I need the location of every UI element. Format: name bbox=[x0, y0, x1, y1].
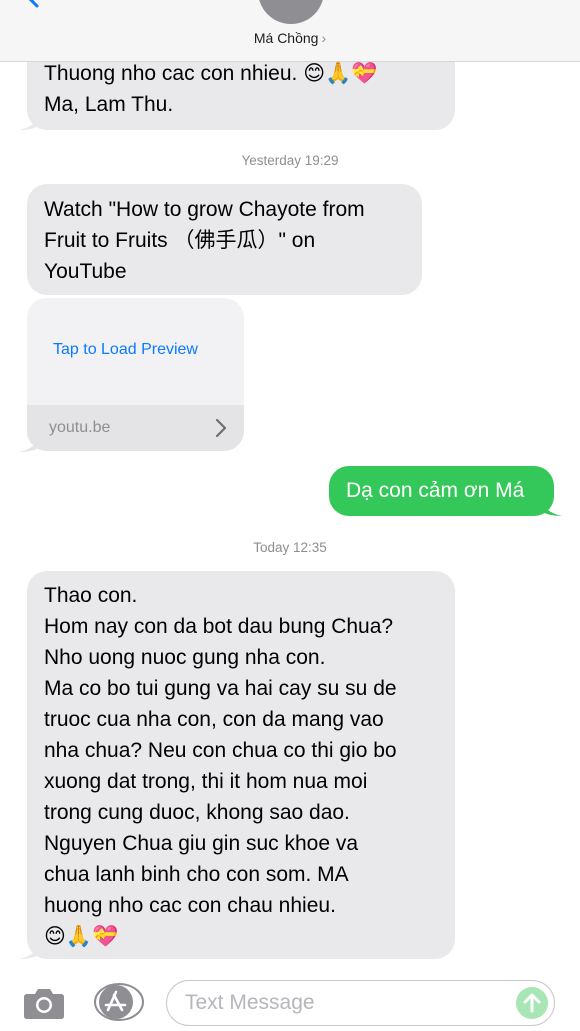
link-preview-card[interactable]: Tap to Load Preview youtu.be bbox=[27, 298, 244, 451]
timestamp: Today 12:35 bbox=[253, 540, 327, 555]
bubble-tail bbox=[19, 939, 41, 959]
app-store-icon[interactable] bbox=[94, 983, 144, 1021]
text-message-input[interactable] bbox=[185, 989, 505, 1017]
camera-icon[interactable] bbox=[22, 986, 66, 1020]
message-text: Thuong nho cac con nhieu. 😊🙏💝 Ma, Lam Th… bbox=[44, 62, 378, 116]
contact-avatar[interactable] bbox=[258, 0, 324, 24]
contact-name-label: Má Chồng bbox=[253, 30, 319, 46]
back-chevron-icon[interactable] bbox=[22, 0, 44, 8]
bubble-tail bbox=[19, 432, 41, 452]
chevron-right-icon bbox=[215, 418, 227, 438]
message-text: Watch "How to grow Chayote from Fruit to… bbox=[44, 198, 365, 283]
timestamp: Yesterday 19:29 bbox=[241, 153, 339, 168]
send-button[interactable] bbox=[516, 987, 548, 1019]
outgoing-message-bubble[interactable]: Dạ con cảm ơn Má bbox=[329, 466, 562, 516]
bubble-tail bbox=[19, 110, 41, 130]
bubble-tail bbox=[540, 496, 562, 516]
chevron-right-icon: › bbox=[321, 30, 327, 46]
message-text: Thao con. Hom nay con da bot dau bung Ch… bbox=[44, 584, 397, 948]
tap-to-load-preview-link[interactable]: Tap to Load Preview bbox=[53, 341, 198, 359]
incoming-message-bubble[interactable]: Watch "How to grow Chayote from Fruit to… bbox=[27, 184, 422, 295]
link-preview-body[interactable]: Tap to Load Preview bbox=[27, 298, 244, 405]
incoming-message-bubble[interactable]: Thao con. Hom nay con da bot dau bung Ch… bbox=[19, 571, 455, 959]
link-domain: youtu.be bbox=[49, 419, 111, 436]
message-input-bar bbox=[0, 965, 580, 1031]
message-text: Dạ con cảm ơn Má bbox=[346, 479, 525, 502]
contact-name-button[interactable]: Má Chồng › bbox=[0, 30, 580, 46]
send-arrow-icon bbox=[523, 993, 541, 1013]
text-message-field[interactable] bbox=[166, 980, 555, 1026]
conversation-header: Má Chồng › bbox=[0, 0, 580, 62]
link-preview-footer[interactable]: youtu.be bbox=[27, 405, 244, 451]
